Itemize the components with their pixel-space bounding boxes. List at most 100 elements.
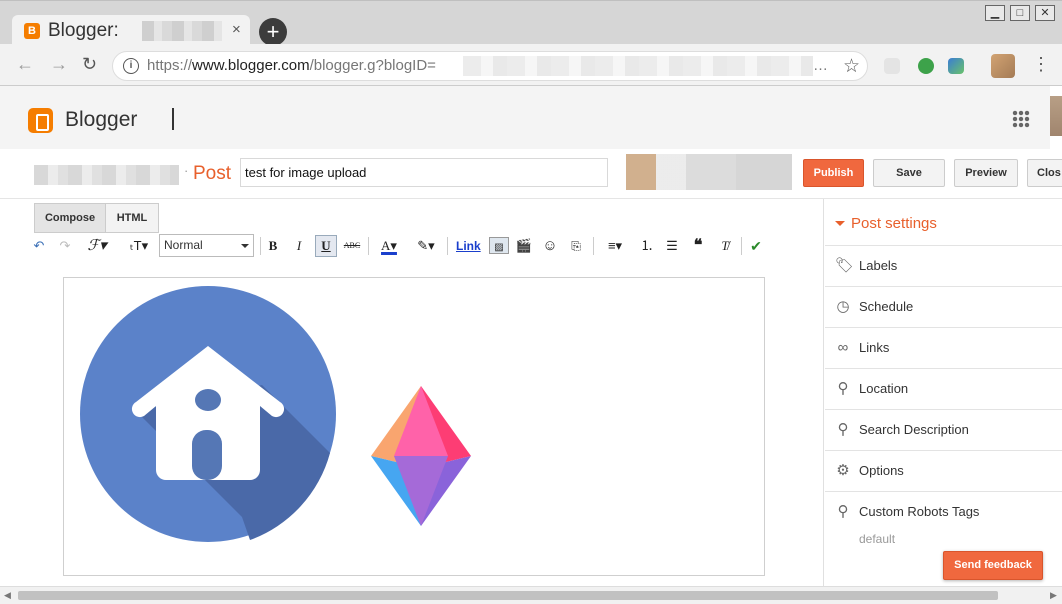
bookmark-star-icon[interactable]: ☆ (843, 55, 860, 78)
url-ellipsis: … (813, 57, 828, 74)
sidebar-item-options[interactable]: ⚙ Options (825, 450, 1062, 491)
strikethrough-icon[interactable]: ABC (342, 236, 362, 256)
scrollbar-thumb[interactable] (18, 591, 998, 600)
sidebar-item-label: Location (859, 381, 909, 396)
post-title-bar: · Post Publish Save Preview Clos (0, 149, 1062, 199)
horizontal-scrollbar[interactable]: ◀ ▶ (0, 586, 1062, 604)
diamond-icon-image[interactable] (371, 386, 471, 526)
redo-icon[interactable]: ↷ (55, 236, 75, 256)
italic-icon[interactable]: I (289, 236, 309, 256)
post-body-editor[interactable] (63, 277, 765, 576)
tab-html[interactable]: HTML (105, 203, 159, 233)
sidebar-item-search-description[interactable]: ⚲ Search Description (825, 409, 1062, 450)
url-text: https://www.blogger.com/blogger.g?blogID… (147, 57, 436, 74)
sidebar-item-links[interactable]: ∞ Links (825, 327, 1062, 368)
sidebar-item-label: Custom Robots Tags (859, 504, 980, 519)
browser-toolbar: ← → ↻ i https://www.blogger.com/blogger.… (0, 44, 1062, 86)
url-redacted (463, 56, 813, 76)
text-color-icon[interactable]: A▾ (374, 236, 404, 256)
info-icon[interactable]: i (123, 58, 139, 74)
underline-icon[interactable]: U (315, 235, 337, 257)
reload-icon[interactable]: ↻ (82, 54, 97, 75)
insert-link-button[interactable]: Link (456, 233, 481, 259)
sidebar-item-custom-robots-tags[interactable]: ⚲ Custom Robots Tags (825, 491, 1062, 532)
post-settings-sidebar: Post settings 🏷 Labels ◷ Schedule ∞ Link… (825, 199, 1062, 586)
post-body-images (80, 286, 471, 542)
search-icon: ⚲ (837, 503, 849, 520)
undo-icon[interactable]: ↶ (29, 236, 49, 256)
link-icon: ∞ (837, 339, 849, 356)
insert-image-icon[interactable]: ▨ (489, 237, 509, 254)
scroll-right-icon[interactable]: ▶ (1050, 590, 1057, 601)
post-settings-title[interactable]: Post settings (851, 215, 937, 232)
tag-icon: 🏷 (835, 257, 855, 274)
insert-emoji-icon[interactable]: ☺ (540, 236, 560, 256)
highlight-color-icon[interactable]: ✎▾ (411, 236, 441, 256)
clear-formatting-icon[interactable]: T̸ (715, 236, 735, 256)
sidebar-item-labels[interactable]: 🏷 Labels (825, 245, 1062, 286)
blogger-header: Blogger (0, 86, 1050, 149)
forward-arrow-icon[interactable]: → (50, 54, 68, 75)
sidebar-item-label: Options (859, 463, 904, 478)
close-button[interactable]: Clos (1027, 159, 1062, 187)
blog-name-redacted (34, 165, 179, 185)
sidebar-item-label: Labels (859, 258, 898, 273)
address-bar[interactable]: i https://www.blogger.com/blogger.g?blog… (112, 51, 868, 81)
blogger-favicon-icon: B (24, 23, 40, 39)
browser-window: B Blogger: × + ▁ □ ✕ ← → ↻ i https://www… (0, 0, 1062, 604)
profile-avatar[interactable] (991, 54, 1015, 78)
clock-icon: ◷ (836, 298, 850, 315)
insert-video-icon[interactable]: 🎬 (514, 236, 534, 256)
maximize-button[interactable]: □ (1010, 5, 1030, 21)
align-icon[interactable]: ≡▾ (600, 236, 630, 256)
font-family-icon[interactable]: ℱ▾ (87, 236, 107, 256)
blogger-logo-icon[interactable] (28, 108, 53, 133)
gear-icon: ⚙ (836, 462, 850, 479)
tab-compose[interactable]: Compose (34, 203, 106, 233)
tab-title-redacted (142, 21, 222, 41)
post-section-label: Post (193, 163, 232, 184)
format-select[interactable]: Normal (159, 234, 254, 257)
spellcheck-icon[interactable]: ✔ (746, 236, 766, 256)
post-title-input[interactable] (240, 158, 608, 187)
home-icon-image[interactable] (80, 286, 336, 542)
sidebar-item-label: Search Description (859, 422, 969, 437)
robots-tags-value: default (859, 532, 896, 546)
minimize-button[interactable]: ▁ (985, 5, 1005, 21)
separator-dot: · (184, 163, 189, 178)
text-cursor (172, 108, 174, 130)
preview-button[interactable]: Preview (954, 159, 1018, 187)
sidebar-item-label: Links (859, 340, 890, 355)
app-title[interactable]: Blogger (65, 108, 137, 132)
extension-icon[interactable] (948, 58, 964, 74)
author-redacted (626, 154, 792, 190)
apps-grid-icon[interactable] (1012, 110, 1030, 128)
sidebar-item-label: Schedule (859, 299, 914, 314)
collapse-caret-icon[interactable] (835, 221, 845, 231)
send-feedback-button[interactable]: Send feedback (943, 551, 1043, 580)
editor-panel: Compose HTML ↶ ↷ ℱ▾ ₜT▾ Normal B I U ABC… (4, 199, 824, 586)
new-tab-button[interactable]: + (259, 18, 287, 46)
quote-icon[interactable]: ❝ (688, 236, 708, 256)
bulleted-list-icon[interactable]: ☰ (662, 236, 682, 256)
sidebar-item-location[interactable]: ⚲ Location (825, 368, 1062, 409)
extension-icon[interactable] (884, 58, 900, 74)
sidebar-item-schedule[interactable]: ◷ Schedule (825, 286, 1062, 327)
insert-jump-break-icon[interactable]: ⎘ (566, 236, 586, 256)
menu-kebab-icon[interactable]: ⋮ (1032, 54, 1050, 75)
account-avatar[interactable] (1050, 96, 1062, 136)
evernote-icon[interactable] (918, 58, 934, 74)
close-window-button[interactable]: ✕ (1035, 5, 1055, 21)
pin-icon: ⚲ (837, 380, 849, 397)
tab-title: Blogger: (48, 20, 119, 41)
browser-tab[interactable]: B Blogger: × (12, 15, 250, 47)
search-icon: ⚲ (837, 421, 849, 438)
publish-button[interactable]: Publish (803, 159, 864, 187)
bold-icon[interactable]: B (263, 236, 283, 256)
tab-close-icon[interactable]: × (232, 21, 241, 38)
font-size-icon[interactable]: ₜT▾ (124, 236, 154, 256)
back-arrow-icon[interactable]: ← (16, 54, 34, 75)
scroll-left-icon[interactable]: ◀ (4, 590, 11, 601)
save-button[interactable]: Save (873, 159, 945, 187)
numbered-list-icon[interactable]: ⒈ (637, 236, 657, 256)
